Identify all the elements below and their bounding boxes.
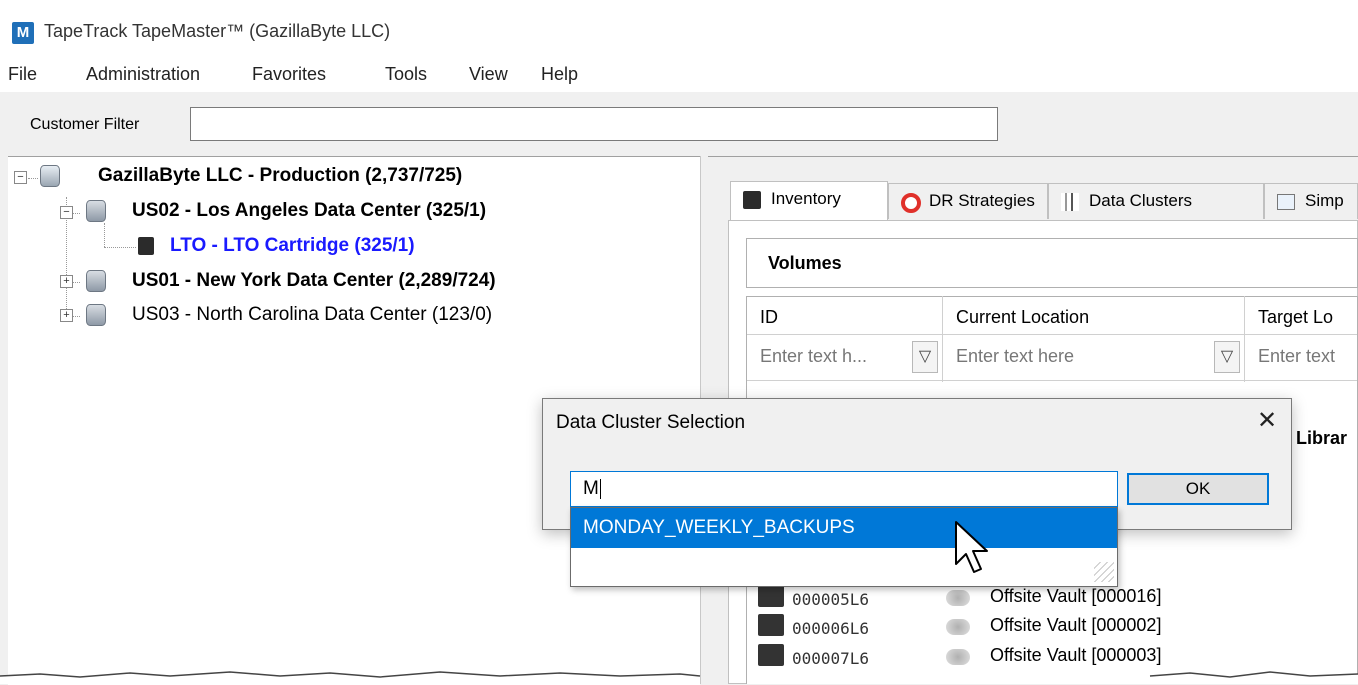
menu-tools[interactable]: Tools <box>385 64 427 85</box>
column-separator <box>942 296 943 382</box>
grid-line <box>747 380 1357 381</box>
tape-icon <box>743 191 761 209</box>
tree-connector <box>104 247 136 248</box>
partial-column-text: Librar <box>1296 428 1348 448</box>
vault-icon <box>946 649 970 665</box>
tree-connector <box>104 223 105 247</box>
tab-label: DR Strategies <box>929 191 1035 210</box>
column-separator <box>1244 296 1245 382</box>
volume-id[interactable]: 000006L6 <box>792 619 869 638</box>
torn-edge <box>0 671 1358 684</box>
database-icon <box>86 270 106 292</box>
customer-filter-label: Customer Filter <box>30 116 140 133</box>
menu-administration[interactable]: Administration <box>86 64 200 85</box>
target-filter-input[interactable]: Enter text <box>1258 346 1358 367</box>
column-header-id[interactable]: ID <box>760 307 778 328</box>
tree-item-us02[interactable]: US02 - Los Angeles Data Center (325/1) <box>132 200 486 222</box>
filter-funnel-icon[interactable]: ▽ <box>1214 341 1240 373</box>
tape-cartridge-icon <box>138 237 154 255</box>
expand-toggle[interactable]: + <box>60 275 73 288</box>
volume-id[interactable]: 000005L6 <box>792 590 869 609</box>
tab-label: Simp <box>1305 191 1344 210</box>
expand-toggle[interactable]: + <box>60 309 73 322</box>
menu-help[interactable]: Help <box>541 64 578 85</box>
database-icon <box>86 200 106 222</box>
collapse-toggle[interactable]: − <box>14 171 27 184</box>
tree-item-lto[interactable]: LTO - LTO Cartridge (325/1) <box>170 235 415 257</box>
filter-funnel-icon[interactable]: ▽ <box>912 341 938 373</box>
grid-line <box>747 334 1357 335</box>
app-icon: M <box>12 22 34 44</box>
tree-item-us01[interactable]: US01 - New York Data Center (2,289/724) <box>132 270 496 292</box>
menu-view[interactable]: View <box>469 64 508 85</box>
input-value: M <box>583 478 599 499</box>
ok-button[interactable]: OK <box>1127 473 1269 505</box>
menu-file[interactable]: File <box>8 64 37 85</box>
tree-connector <box>28 178 38 179</box>
column-header-current-location[interactable]: Current Location <box>956 307 1089 328</box>
menu-bar: File Administration Favorites Tools View… <box>0 58 1358 92</box>
window-icon <box>1277 194 1295 210</box>
volume-icon <box>758 585 784 607</box>
volumes-title: Volumes <box>768 253 842 273</box>
cluster-search-input[interactable]: M <box>570 471 1118 507</box>
customer-filter-input[interactable] <box>190 107 998 141</box>
resize-grip-icon[interactable] <box>1094 562 1114 582</box>
close-icon[interactable]: ✕ <box>1250 404 1284 438</box>
location-filter-input[interactable]: Enter text here <box>956 346 1074 367</box>
tree-item-production[interactable]: GazillaByte LLC - Production (2,737/725) <box>98 165 462 187</box>
dialog-title: Data Cluster Selection <box>556 412 746 433</box>
tab-data-clusters[interactable]: Data Clusters <box>1048 183 1264 219</box>
lifebuoy-icon <box>901 193 921 213</box>
vault-icon <box>946 619 970 635</box>
volume-icon <box>758 644 784 666</box>
database-icon <box>86 304 106 326</box>
tree-item-us03[interactable]: US03 - North Carolina Data Center (123/0… <box>132 304 492 326</box>
server-icon <box>40 165 60 187</box>
volume-location: Offsite Vault [000003] <box>990 645 1162 665</box>
tree-connector <box>66 217 67 317</box>
tab-simp[interactable]: Simp <box>1264 183 1358 219</box>
volume-location: Offsite Vault [000002] <box>990 615 1162 635</box>
window-title: TapeTrack TapeMaster™ (GazillaByte LLC) <box>44 21 391 41</box>
collapse-toggle[interactable]: − <box>60 206 73 219</box>
id-filter-input[interactable]: Enter text h... <box>760 346 867 367</box>
tab-dr-strategies[interactable]: DR Strategies <box>888 183 1048 219</box>
bar-chart-icon <box>1061 193 1079 211</box>
autocomplete-option[interactable]: MONDAY_WEEKLY_BACKUPS <box>571 508 1117 548</box>
tab-label: Inventory <box>771 189 841 208</box>
volume-location: Offsite Vault [000016] <box>990 586 1162 606</box>
tab-label: Data Clusters <box>1089 191 1192 210</box>
vault-icon <box>946 590 970 606</box>
mouse-pointer-icon <box>955 521 988 573</box>
menu-favorites[interactable]: Favorites <box>252 64 326 85</box>
column-header-target-location[interactable]: Target Lo <box>1258 307 1333 328</box>
tab-inventory[interactable]: Inventory <box>730 181 888 221</box>
volume-icon <box>758 614 784 636</box>
text-caret <box>599 478 601 499</box>
